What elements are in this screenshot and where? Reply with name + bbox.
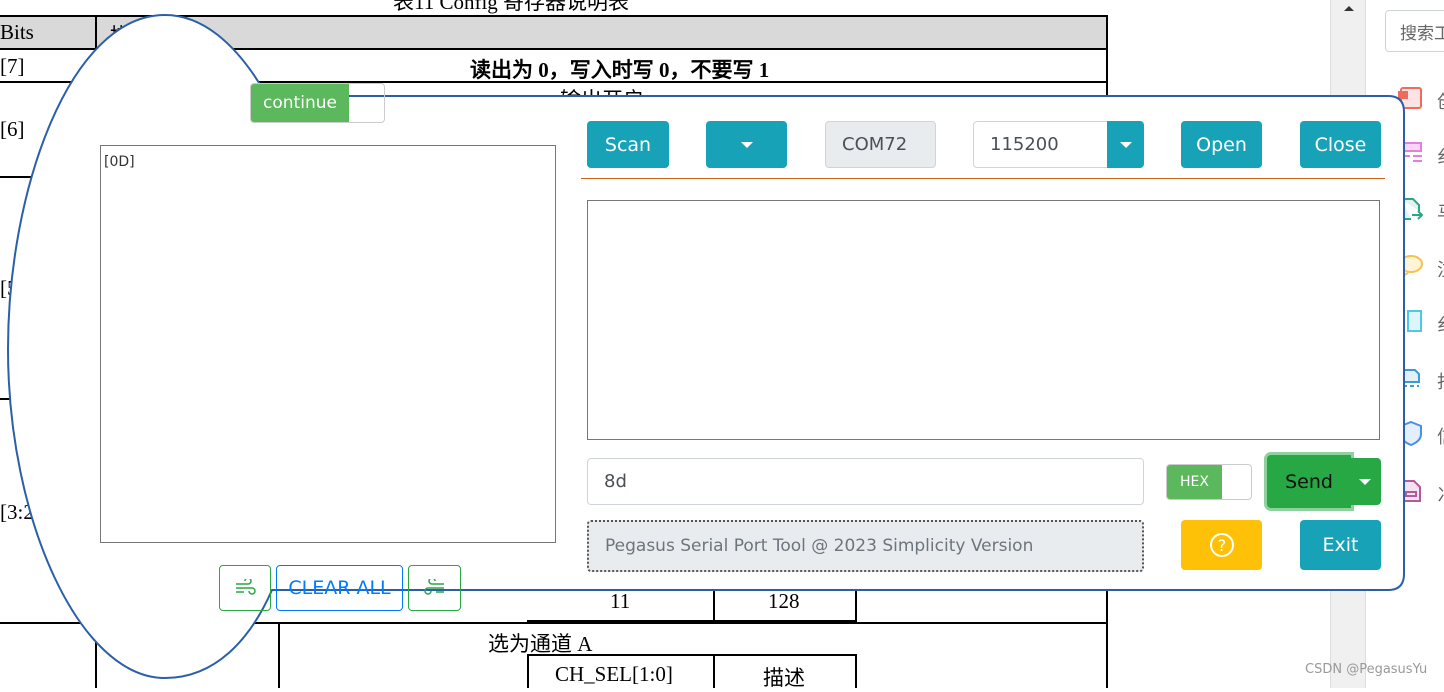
wind-icon: [423, 579, 444, 595]
wind-icon: [236, 579, 256, 595]
send-textarea[interactable]: [587, 200, 1380, 440]
send-dropdown-button[interactable]: [1348, 458, 1381, 505]
wind-right-button[interactable]: [408, 565, 461, 611]
caret-down-icon: [1358, 478, 1371, 485]
clear-all-button[interactable]: CLEAR ALL: [276, 565, 403, 611]
hex-label: HEX: [1167, 465, 1222, 499]
exit-button[interactable]: Exit: [1300, 520, 1381, 570]
port-dropdown-button[interactable]: [706, 121, 787, 168]
hex-toggle[interactable]: HEX: [1166, 464, 1252, 500]
send-button[interactable]: Send: [1267, 455, 1351, 508]
close-button[interactable]: Close: [1300, 121, 1381, 168]
question-icon: ?: [1209, 533, 1234, 557]
scan-button[interactable]: Scan: [587, 121, 669, 168]
caret-down-icon: [1119, 141, 1132, 148]
receive-textarea[interactable]: [0D]: [100, 145, 556, 543]
svg-text:?: ?: [1217, 536, 1226, 555]
help-button[interactable]: ?: [1181, 520, 1262, 570]
send-input[interactable]: 8d: [587, 458, 1144, 505]
continue-label: continue: [251, 84, 349, 122]
divider: [581, 178, 1385, 179]
baud-dropdown-button[interactable]: [1107, 121, 1144, 168]
footer-field: Pegasus Serial Port Tool @ 2023 Simplici…: [587, 520, 1144, 572]
open-button[interactable]: Open: [1181, 121, 1262, 168]
baud-select[interactable]: 115200: [973, 121, 1109, 168]
caret-down-icon: [740, 141, 753, 148]
port-field: COM72: [825, 121, 936, 168]
continue-toggle[interactable]: continue: [250, 83, 385, 123]
wind-left-button[interactable]: [219, 565, 271, 611]
